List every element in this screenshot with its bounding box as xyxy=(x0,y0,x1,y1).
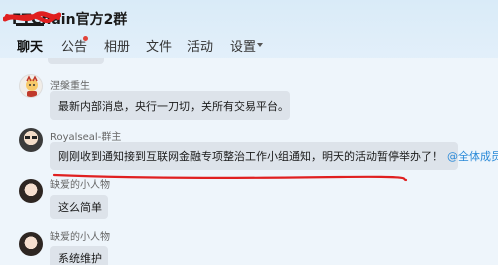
sender-name: 缺爱的小人物 xyxy=(50,180,110,191)
announcement-badge xyxy=(83,36,88,41)
message-bubble[interactable]: 这么简单 xyxy=(50,195,108,219)
sender-name: 缺爱的小人物 xyxy=(50,232,110,243)
message-text: 系统维护 xyxy=(58,252,102,265)
tab-events[interactable]: 活动 xyxy=(187,36,213,55)
tab-bar: 聊天 公告 相册 文件 活动 设置 xyxy=(0,36,498,58)
chevron-down-icon[interactable] xyxy=(257,43,263,47)
avatar[interactable] xyxy=(19,232,43,256)
message-text: 这么简单 xyxy=(58,201,102,214)
active-tab-indicator xyxy=(16,23,44,26)
tab-album[interactable]: 相册 xyxy=(104,36,130,55)
tab-chat[interactable]: 聊天 xyxy=(17,36,43,55)
chat-window-header: FTChain官方2群 聊天 公告 相册 文件 活动 设置 xyxy=(0,0,498,66)
tab-settings[interactable]: 设置 xyxy=(230,36,256,55)
tab-files[interactable]: 文件 xyxy=(146,36,172,55)
avatar[interactable] xyxy=(19,179,43,203)
message-list[interactable]: 涅槃重生 最新内部消息，央行一刀切，关所有交易平台。 Royalseal-群主 … xyxy=(0,58,498,265)
message-bubble[interactable]: 系统维护 xyxy=(50,246,108,265)
